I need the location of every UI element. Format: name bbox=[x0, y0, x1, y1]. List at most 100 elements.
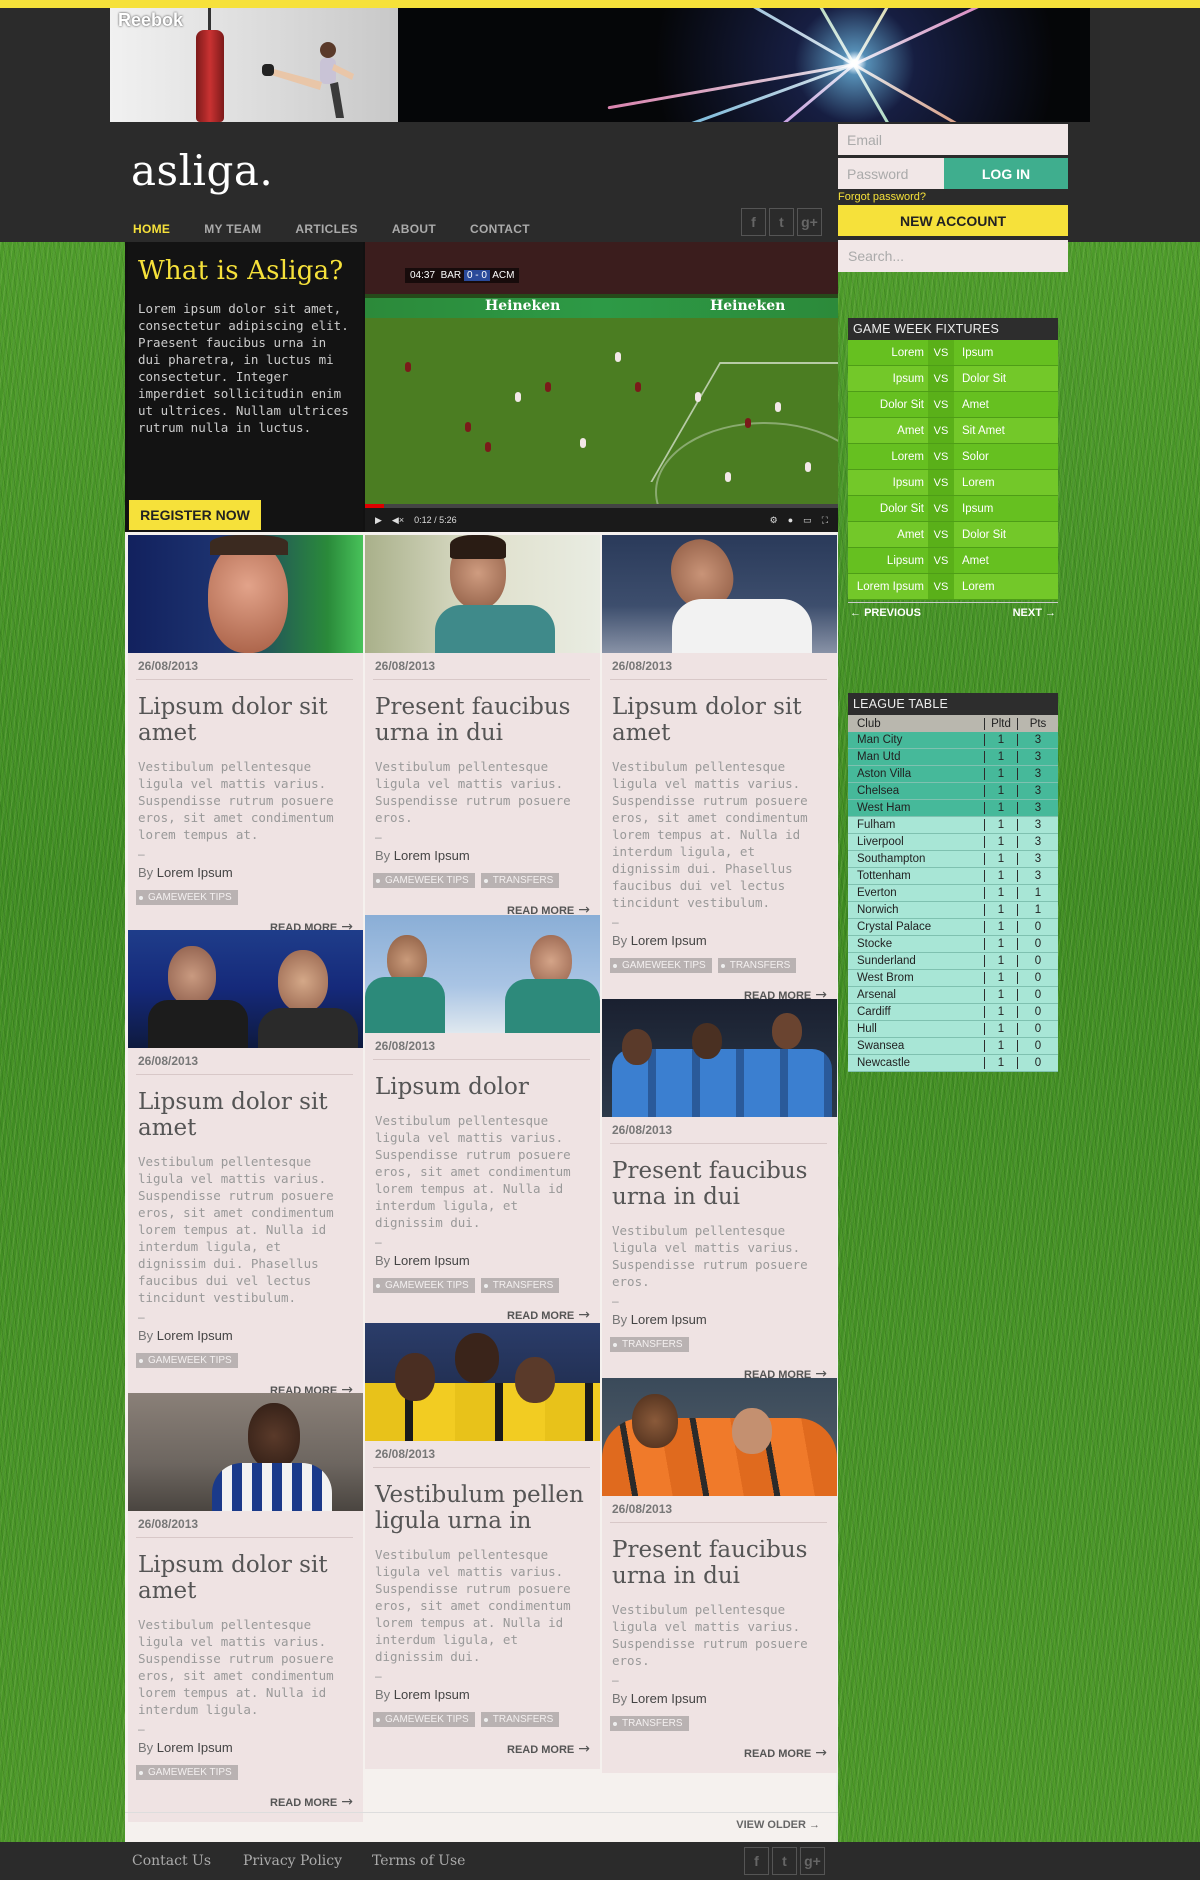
club-name[interactable]: Cardiff bbox=[848, 1006, 984, 1018]
club-name[interactable]: Fulham bbox=[848, 819, 984, 831]
article-card[interactable]: 26/08/2013 Present faucibus urna in dui … bbox=[365, 535, 600, 930]
club-name[interactable]: Newcastle bbox=[848, 1057, 984, 1069]
article-title[interactable]: Lipsum dolor sit amet bbox=[128, 680, 363, 746]
next-link[interactable]: NEXT → bbox=[1013, 607, 1056, 619]
tag[interactable]: GAMEWEEK TIPS bbox=[136, 1765, 238, 1780]
tag[interactable]: GAMEWEEK TIPS bbox=[373, 1712, 475, 1727]
settings-icon[interactable]: ⚙ bbox=[770, 515, 778, 526]
fixture-row[interactable]: Dolor Sit VS Ipsum bbox=[848, 496, 1058, 522]
club-name[interactable]: Sunderland bbox=[848, 955, 984, 967]
view-older-link[interactable]: VIEW OLDER → bbox=[736, 1819, 820, 1831]
club-name[interactable]: Chelsea bbox=[848, 785, 984, 797]
club-name[interactable]: Everton bbox=[848, 887, 984, 899]
login-button[interactable]: LOG IN bbox=[944, 158, 1068, 189]
footer-privacy-policy[interactable]: Privacy Policy bbox=[243, 1853, 342, 1869]
club-name[interactable]: Stocke bbox=[848, 938, 984, 950]
article-card[interactable]: 26/08/2013 Lipsum dolor sit amet Vestibu… bbox=[602, 535, 837, 1015]
club-name[interactable]: West Ham bbox=[848, 802, 984, 814]
fullscreen-icon[interactable]: ⛶ bbox=[822, 515, 828, 526]
fixture-row[interactable]: Ipsum VS Dolor Sit bbox=[848, 366, 1058, 392]
article-card[interactable]: 26/08/2013 Vestibulum pellen ligula urna… bbox=[365, 1323, 600, 1769]
fixture-away-team: Ipsum bbox=[962, 502, 994, 515]
club-name[interactable]: Liverpool bbox=[848, 836, 984, 848]
fixture-away-team: Solor bbox=[962, 450, 989, 463]
google-plus-icon[interactable]: g+ bbox=[797, 208, 822, 236]
previous-link[interactable]: ← PREVIOUS bbox=[850, 607, 921, 619]
read-more-link[interactable]: READ MORE → bbox=[128, 1780, 363, 1822]
forgot-password-link[interactable]: Forgot password? bbox=[838, 191, 1068, 203]
article-card[interactable]: 26/08/2013 Lipsum dolor sit amet Vestibu… bbox=[128, 930, 363, 1410]
club-name[interactable]: Southampton bbox=[848, 853, 984, 865]
club-name[interactable]: Arsenal bbox=[848, 989, 984, 1001]
register-now-button[interactable]: REGISTER NOW bbox=[129, 500, 261, 530]
tag[interactable]: TRANSFERS bbox=[717, 958, 797, 973]
article-title[interactable]: Lipsum dolor bbox=[365, 1060, 600, 1100]
fixture-row[interactable]: Lorem VS Ipsum bbox=[848, 340, 1058, 366]
article-title[interactable]: Present faucibus urna in dui bbox=[602, 1144, 837, 1210]
article-title[interactable]: Lipsum dolor sit amet bbox=[602, 680, 837, 746]
ad-banner[interactable]: Reebok bbox=[110, 8, 1090, 122]
volume-icon[interactable]: ◀× bbox=[392, 515, 404, 526]
nav-about[interactable]: ABOUT bbox=[392, 222, 436, 236]
tag[interactable]: GAMEWEEK TIPS bbox=[373, 873, 475, 888]
tag[interactable]: GAMEWEEK TIPS bbox=[136, 1353, 238, 1368]
fixture-row[interactable]: Amet VS Dolor Sit bbox=[848, 522, 1058, 548]
twitter-icon[interactable]: t bbox=[769, 208, 794, 236]
article-card[interactable]: 26/08/2013 Present faucibus urna in dui … bbox=[602, 1378, 837, 1773]
article-title[interactable]: Present faucibus urna in dui bbox=[602, 1523, 837, 1589]
article-card[interactable]: 26/08/2013 Present faucibus urna in dui … bbox=[602, 999, 837, 1394]
fixture-row[interactable]: Lorem Ipsum VS Lorem bbox=[848, 574, 1058, 600]
facebook-icon[interactable]: f bbox=[744, 1847, 769, 1875]
fixture-row[interactable]: Amet VS Sit Amet bbox=[848, 418, 1058, 444]
tag[interactable]: GAMEWEEK TIPS bbox=[136, 890, 238, 905]
club-name[interactable]: Norwich bbox=[848, 904, 984, 916]
twitter-icon[interactable]: t bbox=[772, 1847, 797, 1875]
password-field[interactable]: Password bbox=[838, 158, 944, 189]
read-more-link[interactable]: READ MORE → bbox=[602, 1731, 837, 1773]
article-title[interactable]: Lipsum dolor sit amet bbox=[128, 1538, 363, 1604]
fixture-row[interactable]: Dolor Sit VS Amet bbox=[848, 392, 1058, 418]
club-name[interactable]: Crystal Palace bbox=[848, 921, 984, 933]
fixture-row[interactable]: Ipsum VS Lorem bbox=[848, 470, 1058, 496]
google-plus-icon[interactable]: g+ bbox=[800, 1847, 825, 1875]
tag[interactable]: TRANSFERS bbox=[610, 1337, 689, 1352]
article-card[interactable]: 26/08/2013 Lipsum dolor Vestibulum pelle… bbox=[365, 915, 600, 1335]
fixture-row[interactable]: Lipsum VS Amet bbox=[848, 548, 1058, 574]
article-card[interactable]: 26/08/2013 Lipsum dolor sit amet Vestibu… bbox=[128, 535, 363, 947]
email-field[interactable]: Email bbox=[838, 124, 1068, 155]
read-more-link[interactable]: READ MORE → bbox=[365, 1727, 600, 1769]
nav-my-team[interactable]: MY TEAM bbox=[204, 222, 261, 236]
theater-icon[interactable]: ▭ bbox=[803, 515, 812, 526]
club-name[interactable]: Man City bbox=[848, 734, 984, 746]
tag[interactable]: TRANSFERS bbox=[480, 873, 560, 888]
search-input[interactable]: Search... bbox=[838, 240, 1068, 272]
video-player[interactable]: 04:37 BAR 0 - 0 ACM Heineken Heineken ▶ … bbox=[365, 242, 838, 532]
new-account-button[interactable]: NEW ACCOUNT bbox=[838, 205, 1068, 236]
club-name[interactable]: Aston Villa bbox=[848, 768, 984, 780]
footer-terms-of-use[interactable]: Terms of Use bbox=[372, 1853, 465, 1869]
nav-articles[interactable]: ARTICLES bbox=[295, 222, 357, 236]
info-icon[interactable]: ● bbox=[788, 515, 793, 525]
tag[interactable]: GAMEWEEK TIPS bbox=[610, 958, 712, 973]
tag[interactable]: GAMEWEEK TIPS bbox=[373, 1278, 475, 1293]
facebook-icon[interactable]: f bbox=[741, 208, 766, 236]
tag[interactable]: TRANSFERS bbox=[480, 1278, 560, 1293]
article-title[interactable]: Lipsum dolor sit amet bbox=[128, 1075, 363, 1141]
club-name[interactable]: Tottenham bbox=[848, 870, 984, 882]
article-title[interactable]: Vestibulum pellen ligula urna in bbox=[365, 1468, 600, 1534]
article-title[interactable]: Present faucibus urna in dui bbox=[365, 680, 600, 746]
article-card[interactable]: 26/08/2013 Lipsum dolor sit amet Vestibu… bbox=[128, 1393, 363, 1822]
fixture-row[interactable]: Lorem VS Solor bbox=[848, 444, 1058, 470]
tag[interactable]: TRANSFERS bbox=[610, 1716, 689, 1731]
site-logo[interactable]: asliga. bbox=[131, 146, 273, 195]
footer-contact-us[interactable]: Contact Us bbox=[132, 1853, 211, 1869]
play-icon[interactable]: ▶ bbox=[375, 515, 382, 526]
club-name[interactable]: Swansea bbox=[848, 1040, 984, 1052]
club-name[interactable]: Man Utd bbox=[848, 751, 984, 763]
fixture-home-team: Ipsum bbox=[892, 372, 924, 385]
nav-contact[interactable]: CONTACT bbox=[470, 222, 530, 236]
nav-home[interactable]: HOME bbox=[133, 222, 170, 236]
club-name[interactable]: Hull bbox=[848, 1023, 984, 1035]
club-name[interactable]: West Brom bbox=[848, 972, 984, 984]
tag[interactable]: TRANSFERS bbox=[480, 1712, 560, 1727]
